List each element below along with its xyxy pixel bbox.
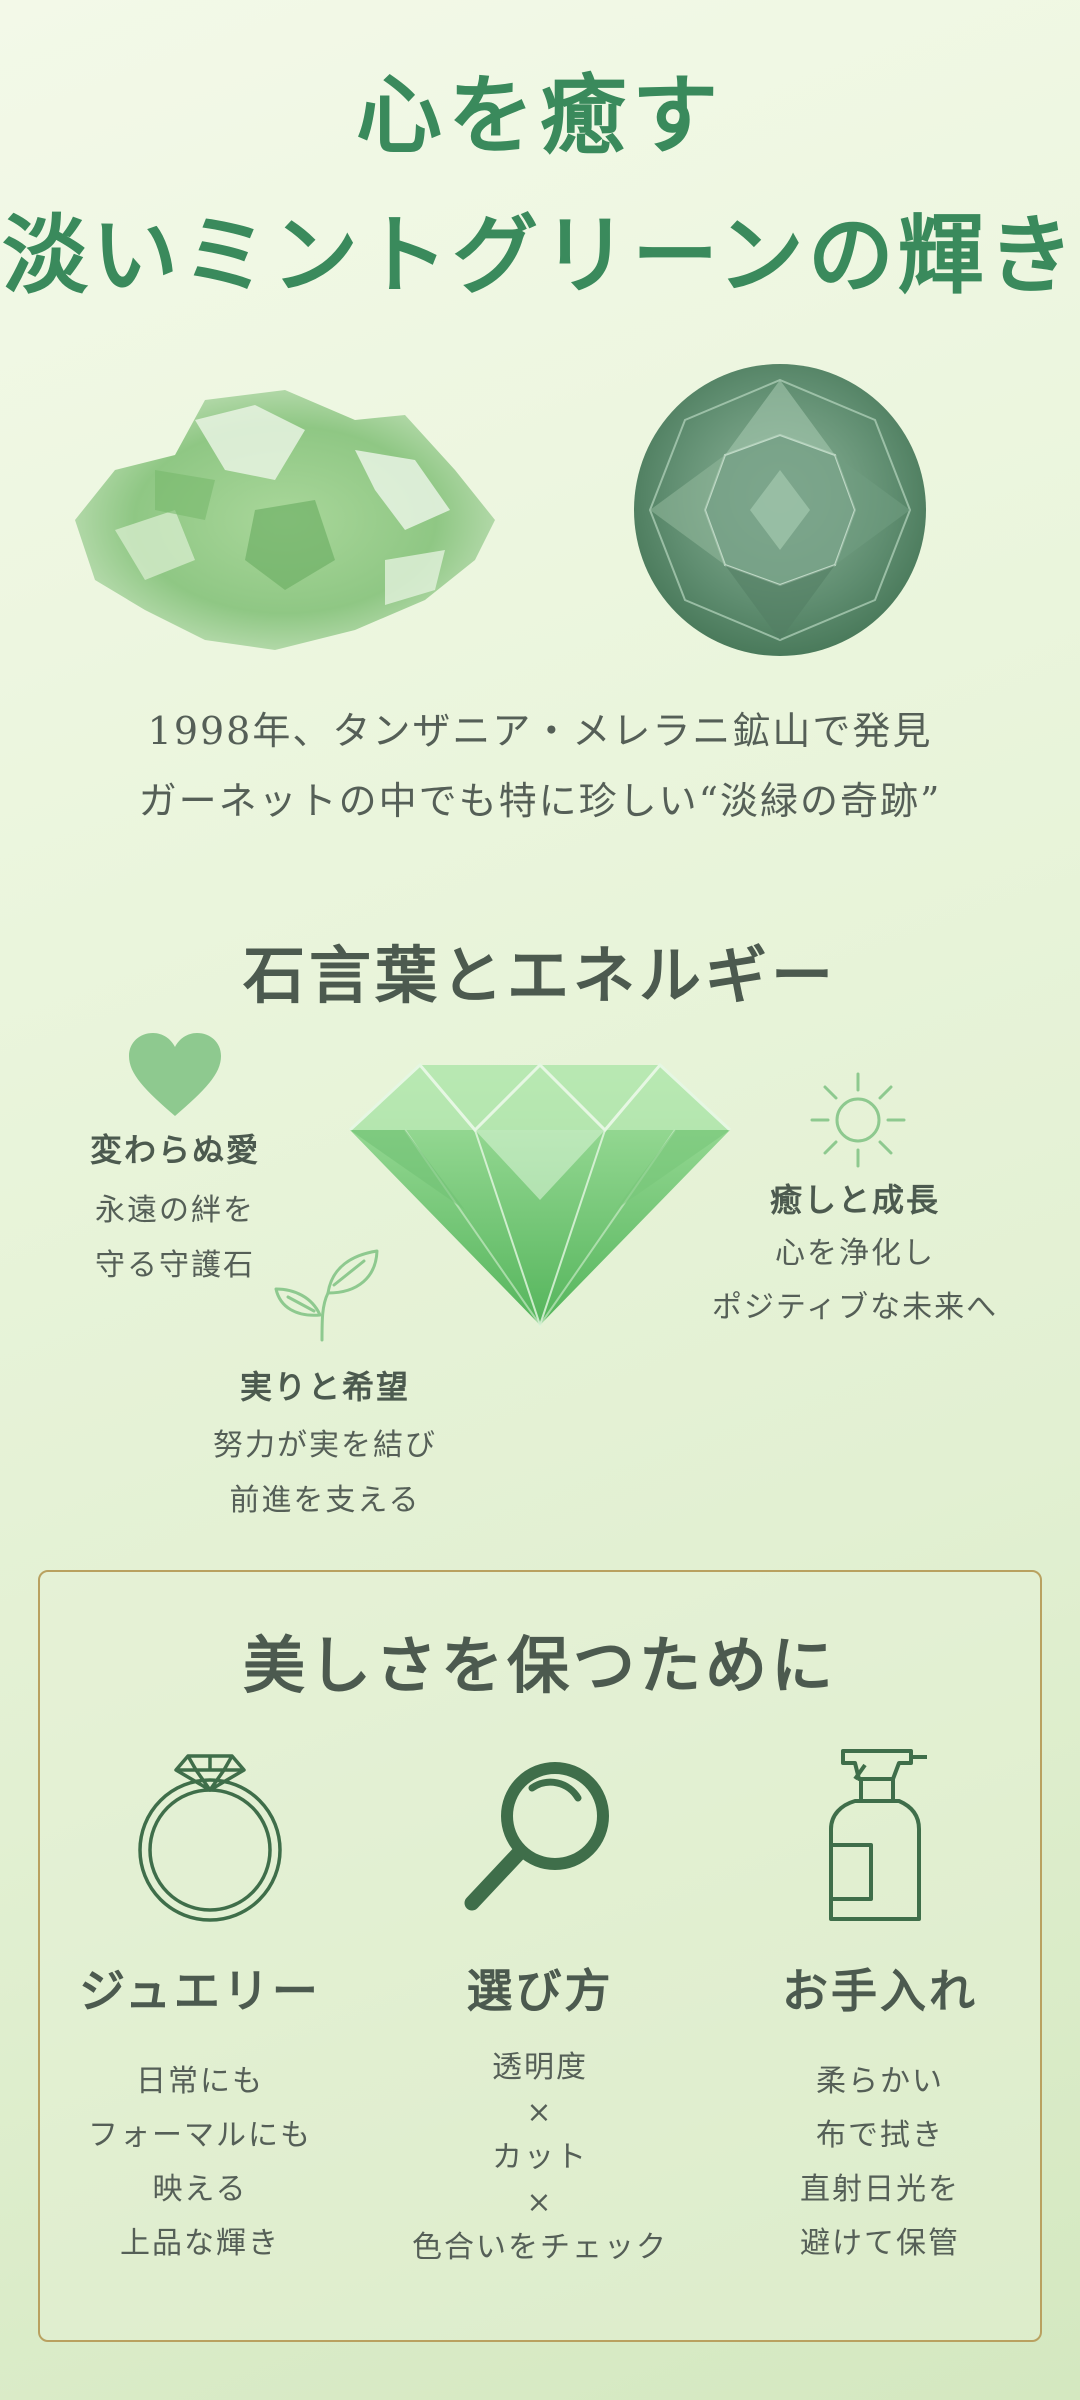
care-text-line: フォーマルにも (88, 2118, 312, 2153)
care-text-line: 上品な輝き (120, 2226, 280, 2261)
care-text-line: カット (492, 2140, 588, 2175)
care-column-title-maintenance: お手入れ (782, 1964, 978, 2018)
care-text-line: 透明度 (492, 2050, 588, 2085)
care-text-line: 布で拭き (816, 2118, 944, 2153)
feature-text-love-1: 永遠の絆を (95, 1193, 255, 1228)
care-text-line: 日常にも (136, 2064, 264, 2099)
care-text-line: 映える (152, 2172, 248, 2207)
care-column-text-jewelry: 日常にも フォーマルにも 映える 上品な輝き (60, 2055, 340, 2271)
spray-bottle-icon (829, 1749, 927, 1921)
feature-title-healing: 癒しと成長 (769, 1181, 940, 1219)
care-text-line: × (526, 2095, 554, 2130)
sun-icon (810, 1072, 906, 1168)
care-text-line: 避けて保管 (800, 2226, 960, 2261)
feature-text-love-2: 守る守護石 (95, 1248, 255, 1283)
care-text-line: 色合いをチェック (412, 2230, 668, 2265)
care-column-title-jewelry: ジュエリー (79, 1964, 321, 2018)
feature-title-love: 変わらぬ愛 (89, 1131, 260, 1169)
page-title-line1: 心を癒す (356, 65, 724, 166)
care-text-line: 柔らかい (816, 2064, 944, 2099)
ring-icon (138, 1754, 282, 1922)
section-title-meaning: 石言葉とエネルギー (242, 939, 837, 1012)
care-text-line: 直射日光を (800, 2172, 960, 2207)
round-cut-garnet-image (634, 364, 926, 656)
feature-text-hope-2: 前進を支える (229, 1483, 421, 1518)
feature-text-healing-1: 心を浄化し (775, 1236, 935, 1271)
care-column-title-choosing: 選び方 (466, 1964, 614, 2018)
feature-title-hope: 実りと希望 (239, 1368, 410, 1406)
rough-garnet-image (75, 390, 495, 650)
feature-text-healing-2: ポジティブな未来へ (711, 1290, 999, 1325)
diamond-cut-garnet-image (348, 1062, 732, 1329)
care-text-line: × (526, 2185, 554, 2220)
section-title-care: 美しさを保つために (242, 1629, 837, 1702)
page-title-line2: 淡いミントグリーンの輝き (2, 205, 1078, 306)
feature-text-hope-1: 努力が実を結び (213, 1428, 437, 1463)
care-column-text-choosing: 透明度 × カット × 色合いをチェック (380, 2045, 700, 2270)
care-column-text-maintenance: 柔らかい 布で拭き 直射日光を 避けて保管 (740, 2055, 1020, 2271)
intro-text-line1: 1998年、タンザニア・メレラニ鉱山で発見 (147, 709, 933, 753)
intro-text-line2: ガーネットの中でも特に珍しい“淡緑の奇跡” (138, 779, 942, 823)
magnifier-icon (464, 1762, 609, 1911)
heart-icon (129, 1033, 221, 1116)
